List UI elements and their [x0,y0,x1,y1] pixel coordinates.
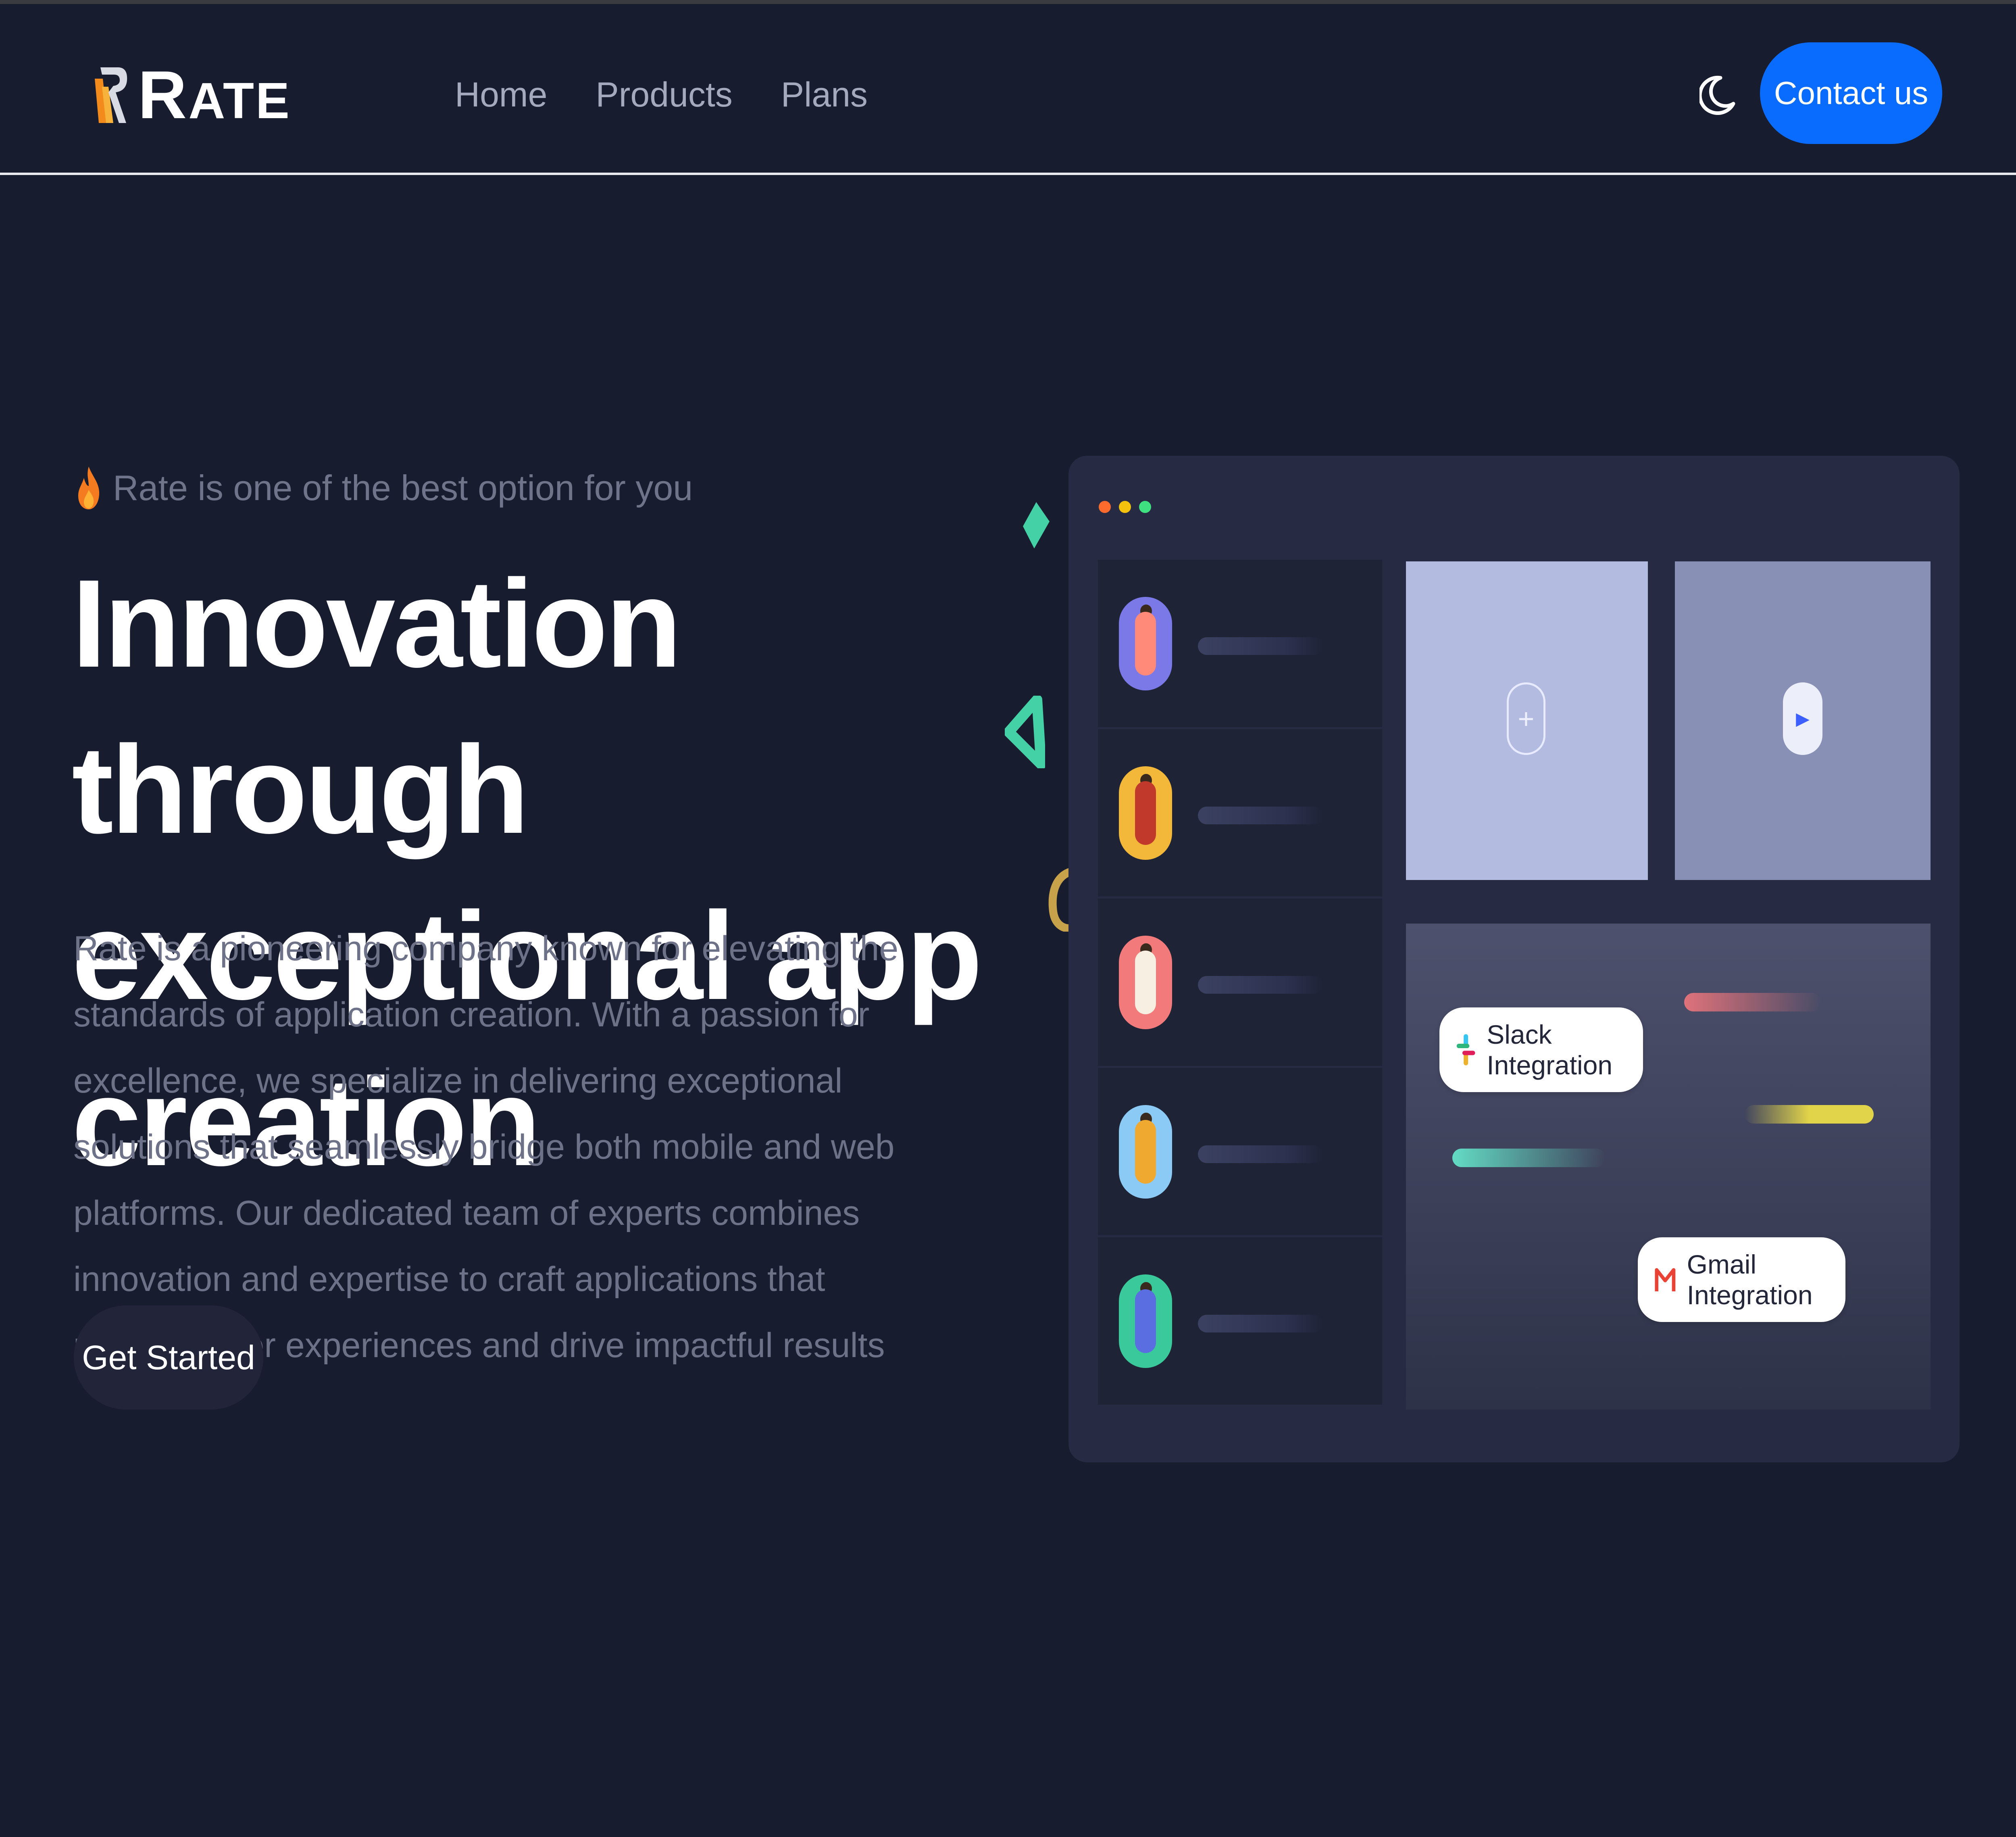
yellow-progress-bar [1745,1105,1874,1124]
avatar-figure [1135,951,1156,1014]
avatar-figure [1135,1289,1156,1353]
gmail-integration-label: Gmail Integration [1687,1249,1813,1310]
text-placeholder-bar [1198,1315,1323,1332]
get-started-button[interactable]: Get Started [74,1305,263,1410]
slack-integration-label: Slack Integration [1487,1020,1613,1080]
teal-progress-bar [1452,1149,1606,1167]
window-dot-yellow [1119,501,1131,513]
avatar [1119,1274,1172,1368]
main-nav: Home Products Plans [455,73,916,117]
navbar-divider [0,173,2016,175]
avatar-figure [1135,781,1156,845]
eyebrow-text: Rate is one of the best option for you [113,468,693,508]
user-list [1098,560,1382,1409]
text-placeholder-bar [1198,976,1323,994]
avatar-figure [1135,1120,1156,1184]
hero-title-line-1: Innovation through [72,553,682,859]
list-item [1098,1068,1382,1237]
flame-icon [78,467,100,509]
contact-us-button[interactable]: Contact us [1760,42,1942,144]
nav-link-home[interactable]: Home [455,73,547,117]
integrations-panel: Slack Integration Gmail Integration [1406,924,1931,1410]
list-item [1098,899,1382,1068]
gmail-icon [1655,1268,1676,1291]
brand-logo[interactable]: RATE [91,60,291,129]
window-dot-green [1139,501,1151,513]
nav-link-plans[interactable]: Plans [781,73,868,117]
logo-mark-icon [95,67,127,123]
text-placeholder-bar [1198,807,1323,824]
list-item [1098,560,1382,729]
text-placeholder-bar [1198,1145,1323,1163]
slack-integration-pill[interactable]: Slack Integration [1439,1007,1643,1092]
diamond-shape-decoration [1023,502,1050,548]
nav-link-products[interactable]: Products [596,73,732,117]
brand-initial: R [138,57,189,133]
text-placeholder-bar [1198,637,1323,655]
play-icon: ▶ [1796,709,1810,729]
window-controls [1099,501,1159,513]
add-button[interactable]: + [1507,682,1545,755]
hero-eyebrow: Rate is one of the best option for you [77,466,693,510]
brand-wordmark: RATE [138,61,291,129]
list-item [1098,1237,1382,1407]
moon-icon[interactable] [1699,75,1736,115]
avatar [1119,766,1172,860]
brand-rest: ATE [188,72,291,129]
play-button[interactable]: ▶ [1783,682,1822,755]
app-mockup-window: + ▶ Slack Integration Gmail Integration [1068,456,1960,1462]
gmail-integration-pill[interactable]: Gmail Integration [1638,1237,1845,1322]
avatar-figure [1135,612,1156,676]
navbar: RATE Home Products Plans Contact us [0,4,2016,173]
list-item [1098,729,1382,899]
slack-icon [1456,1034,1475,1066]
window-dot-red [1099,501,1111,513]
media-card-add: + [1406,561,1648,880]
browser-top-edge [0,0,2016,4]
triangle-shape-decoration [1005,696,1045,768]
red-progress-bar [1684,993,1821,1011]
media-card-video: ▶ [1675,561,1931,880]
avatar [1119,1105,1172,1199]
avatar [1119,936,1172,1029]
avatar [1119,597,1172,690]
